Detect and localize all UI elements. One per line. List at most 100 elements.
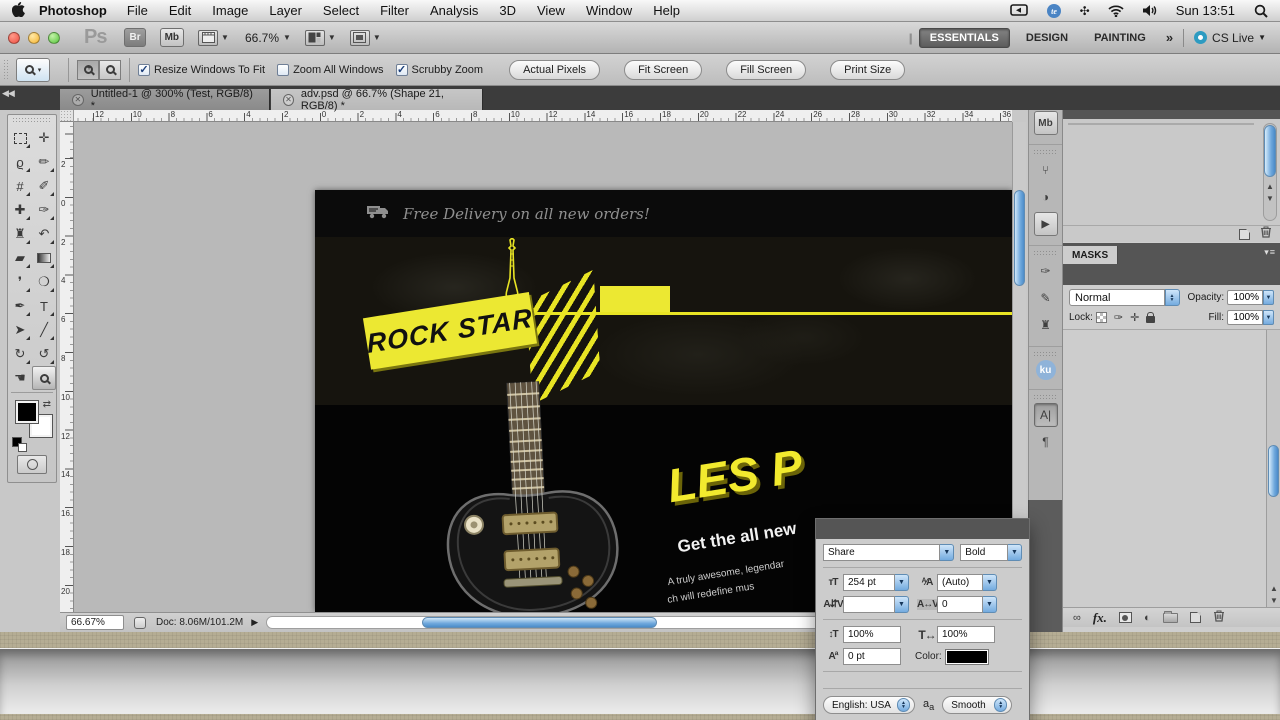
masks-panel-menu-icon[interactable]: ▾≡ — [1264, 247, 1276, 258]
bridge-button[interactable]: Br — [124, 28, 146, 47]
menu-item-help[interactable]: Help — [653, 3, 680, 18]
actual-pixels-button[interactable]: Actual Pixels — [509, 59, 601, 80]
mini-bridge-panel-icon[interactable]: Mb — [1033, 111, 1058, 135]
checkbox-resize-windows-to-fit[interactable]: ✓ Resize Windows To Fit — [138, 63, 265, 76]
font-size-field[interactable]: 254 pt — [843, 574, 895, 591]
font-family-caret[interactable]: ▼ — [940, 544, 955, 561]
zoom-level-caret[interactable]: ▼ — [283, 33, 291, 42]
opacity-field[interactable]: 100% — [1227, 290, 1264, 305]
kerning-caret[interactable]: ▼ — [895, 596, 909, 613]
checkbox-zoom-all-windows[interactable]: Zoom All Windows — [277, 63, 384, 76]
workspace-overflow-chevron[interactable]: » — [1166, 30, 1173, 45]
delete-layer-icon[interactable] — [1213, 609, 1225, 627]
menu-item-image[interactable]: Image — [212, 3, 248, 18]
new-swatch-button[interactable] — [1239, 228, 1250, 240]
quick-selection-tool[interactable]: ✏ — [32, 150, 56, 174]
pen-tool[interactable]: ✒ — [8, 294, 32, 318]
history-brush-tool[interactable]: ↶ — [32, 222, 56, 246]
default-colors-icon[interactable] — [12, 437, 27, 452]
options-bar-grip[interactable] — [3, 58, 10, 81]
status-zoom-field[interactable]: 66.67% — [66, 615, 124, 630]
fill-screen-button[interactable]: Fill Screen — [726, 59, 807, 80]
add-mask-icon[interactable] — [1118, 612, 1132, 623]
font-family-field[interactable]: Share — [823, 544, 941, 561]
screen-mode-caret[interactable]: ▼ — [373, 33, 381, 42]
zoom-tool[interactable] — [32, 366, 56, 390]
clone-source-panel-icon[interactable]: ♜ — [1034, 313, 1058, 337]
antialias-select[interactable]: Smooth ▲ ▼ — [942, 696, 1013, 714]
wifi-icon[interactable] — [1108, 4, 1124, 17]
leading-field[interactable]: (Auto) — [937, 574, 983, 591]
delete-swatch-button[interactable] — [1260, 225, 1272, 243]
checkbox-scrubby-zoom[interactable]: ✓ Scrubby Zoom — [395, 63, 483, 76]
layers-scrollbar[interactable]: ▲ ▼ — [1266, 330, 1280, 607]
apple-icon[interactable] — [11, 1, 25, 20]
paragraph-panel-icon[interactable]: ¶ — [1034, 430, 1058, 454]
masks-panel-tab[interactable]: MASKS — [1063, 246, 1119, 264]
spot-healing-brush-tool[interactable]: ✚ — [8, 198, 32, 222]
print-size-button[interactable]: Print Size — [830, 59, 906, 80]
font-style-field[interactable]: Bold — [960, 544, 1009, 561]
adjustments-panel-icon[interactable]: ◑ — [1034, 185, 1058, 209]
vertical-ruler[interactable]: 2 0 2 4 6 8 10 12 14 16 18 20 — [60, 122, 74, 612]
menu-item-layer[interactable]: Layer — [269, 3, 302, 18]
actions-panel-icon[interactable]: ▶ — [1033, 212, 1058, 236]
fill-caret[interactable]: ▼ — [1263, 310, 1274, 325]
path-selection-tool[interactable]: ➤ — [8, 318, 32, 342]
link-layers-icon[interactable]: ∞ — [1073, 612, 1081, 624]
character-panel-icon[interactable]: A| — [1033, 403, 1058, 427]
new-group-icon[interactable] — [1162, 610, 1178, 623]
crop-tool[interactable]: # — [8, 174, 32, 198]
horizontal-scrollbar-thumb[interactable] — [422, 617, 658, 628]
adjustment-layer-icon[interactable]: ◐ — [1144, 612, 1151, 624]
history-panel-icon[interactable]: ⑂ — [1034, 158, 1058, 182]
kerning-field[interactable] — [843, 596, 895, 613]
lasso-tool[interactable]: ϱ — [8, 150, 32, 174]
lock-position-icon[interactable]: ✛ — [1130, 311, 1139, 324]
quick-mask-button[interactable] — [17, 455, 47, 474]
menu-item-filter[interactable]: Filter — [380, 3, 409, 18]
input-source-icon[interactable]: ✣ — [1080, 4, 1090, 18]
screen-mode-icon[interactable] — [349, 29, 370, 46]
blend-mode-select[interactable]: Normal — [1069, 289, 1165, 306]
workspace-design[interactable]: DESIGN — [1016, 29, 1078, 47]
volume-icon[interactable] — [1142, 4, 1157, 17]
status-popup-arrow[interactable]: ▶ — [251, 617, 258, 628]
layers-scroll-down[interactable]: ▼ — [1270, 596, 1278, 605]
zoom-out-mode-button[interactable]: – — [99, 59, 121, 80]
move-tool[interactable]: ✛ — [32, 126, 56, 150]
zoom-level-field[interactable]: 66.7% — [245, 31, 279, 45]
zoom-in-mode-button[interactable]: + — [77, 59, 99, 80]
brush-tool[interactable]: ✑ — [32, 198, 56, 222]
eyedropper-tool[interactable]: ✐ — [32, 174, 56, 198]
menu-item-select[interactable]: Select — [323, 3, 359, 18]
kuler-panel-icon[interactable]: ku — [1035, 360, 1056, 380]
arrange-documents-icon[interactable] — [304, 29, 325, 46]
swap-colors-icon[interactable]: ⇄ — [43, 399, 51, 410]
view-extras-icon[interactable] — [198, 29, 219, 46]
menu-item-file[interactable]: File — [127, 3, 148, 18]
font-style-caret[interactable]: ▼ — [1008, 544, 1022, 561]
current-tool-preview[interactable]: ▾ — [16, 57, 50, 82]
vertical-scale-field[interactable]: 100% — [843, 626, 901, 643]
close-tab-icon[interactable]: ✕ — [283, 93, 294, 106]
arrange-documents-caret[interactable]: ▼ — [328, 33, 336, 42]
fill-field[interactable]: 100% — [1227, 310, 1263, 325]
swatches-scroll-down[interactable]: ▼ — [1266, 194, 1274, 203]
menu-item-edit[interactable]: Edit — [169, 3, 191, 18]
hand-tool[interactable]: ☚ — [8, 366, 32, 390]
layer-style-icon[interactable]: fx. — [1093, 610, 1107, 626]
document-tab-2[interactable]: ✕ adv.psd @ 66.7% (Shape 21, RGB/8) * — [271, 88, 483, 112]
rotate-3d-tool[interactable]: ↻ — [8, 342, 32, 366]
workspace-essentials[interactable]: ESSENTIALS — [918, 27, 1010, 48]
horizontal-scrollbar[interactable] — [266, 616, 907, 629]
workspace-painting[interactable]: PAINTING — [1084, 29, 1156, 47]
swatches-scrollbar-thumb[interactable] — [1264, 125, 1276, 177]
view-extras-caret[interactable]: ▼ — [221, 33, 229, 42]
close-tab-icon[interactable]: ✕ — [72, 93, 84, 106]
toolbox-grip[interactable] — [12, 117, 52, 124]
horizontal-scale-field[interactable]: 100% — [937, 626, 995, 643]
cs-live-button[interactable]: CS Live ▼ — [1194, 31, 1266, 45]
display-mirroring-icon[interactable] — [1009, 4, 1028, 17]
font-size-caret[interactable]: ▼ — [895, 574, 909, 591]
